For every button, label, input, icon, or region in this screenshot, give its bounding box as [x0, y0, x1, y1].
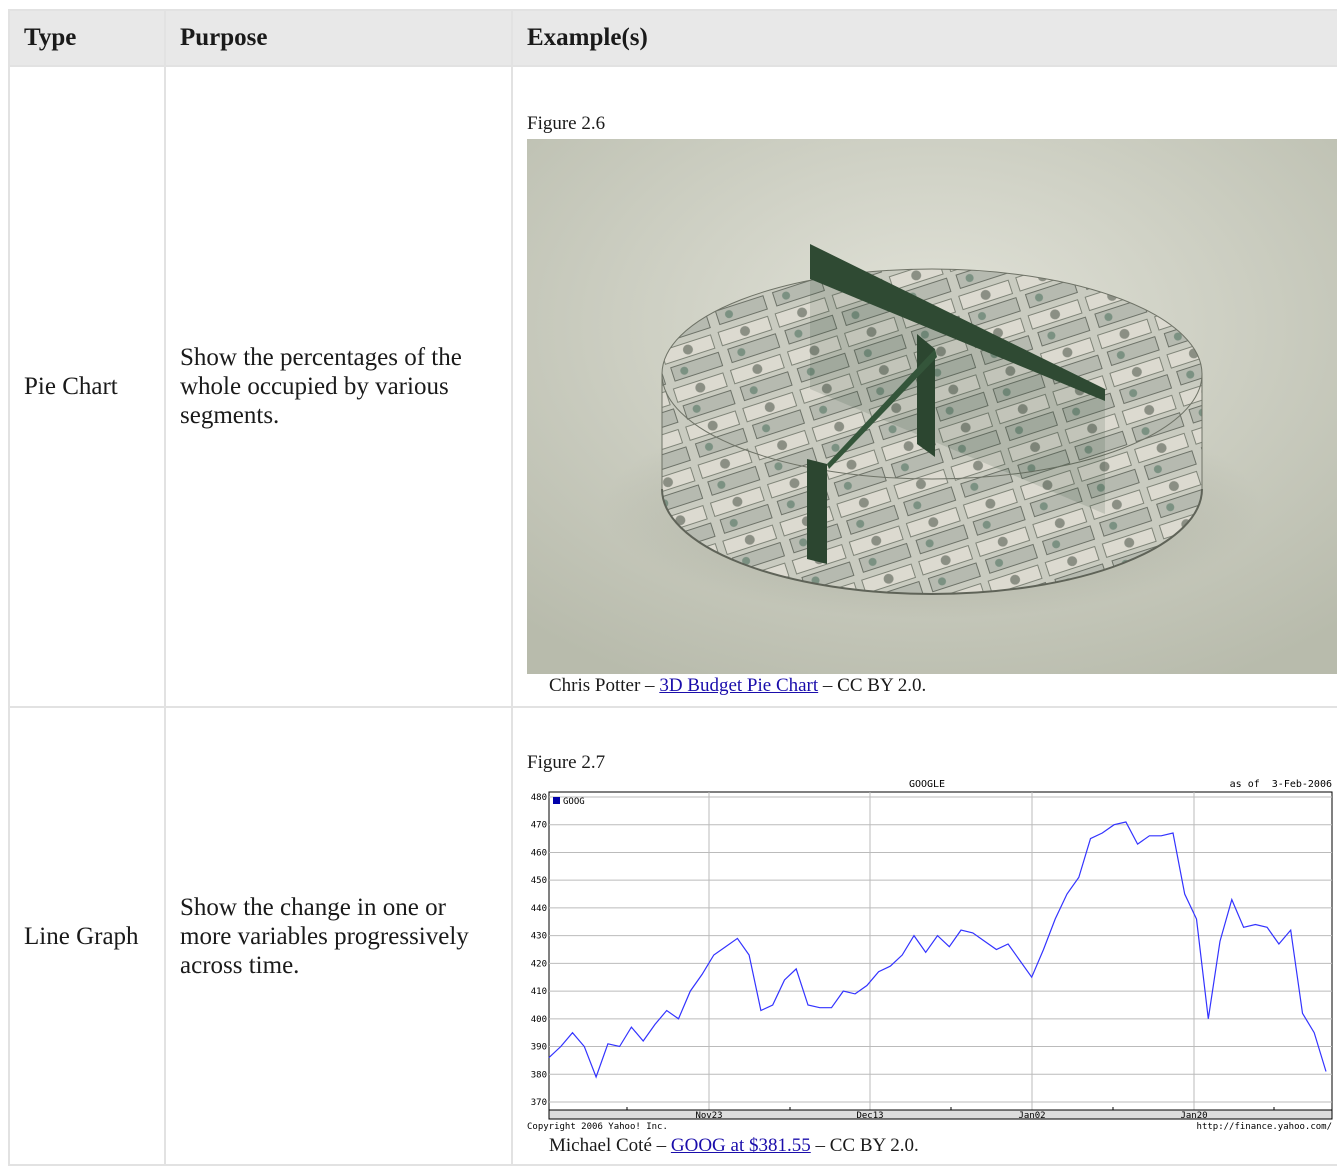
credit-link[interactable]: 3D Budget Pie Chart	[659, 675, 818, 696]
credit-link[interactable]: GOOG at $381.55	[671, 1135, 811, 1156]
y-tick-label: 480	[531, 793, 547, 803]
pie-chart-photo	[527, 139, 1337, 674]
table-row: Pie Chart Show the percentages of the wh…	[8, 65, 1337, 708]
y-tick-label: 380	[531, 1070, 547, 1080]
y-tick-label: 400	[531, 1015, 547, 1025]
header-purpose: Purpose	[164, 9, 513, 67]
chart-source-url: http://finance.yahoo.com/	[1197, 1122, 1332, 1132]
x-axis-band	[548, 1109, 1333, 1120]
x-tick-label: Nov23	[695, 1111, 722, 1121]
y-tick-label: 430	[531, 932, 547, 942]
header-type: Type	[8, 9, 166, 67]
credit-author: Michael Coté –	[549, 1135, 671, 1156]
legend-swatch	[553, 797, 560, 804]
line-graph: GOOGLE as of 3-Feb-2006 370 380 390 400 410 4…	[527, 776, 1337, 1134]
row-type-cell: Line Graph	[8, 706, 166, 1166]
y-tick-label: 420	[531, 959, 547, 969]
figure-credit: Michael Coté – GOOG at $381.55 – CC BY 2…	[549, 1134, 1323, 1158]
row-example-cell: Figure 2.7 GOOGLE as of 3-Feb-2006 370 38…	[511, 706, 1337, 1166]
chart-title: GOOGLE	[909, 779, 945, 790]
y-tick-label: 440	[531, 904, 547, 914]
y-tick-label: 410	[531, 987, 547, 997]
chart-as-of: as of 3-Feb-2006	[1230, 779, 1332, 790]
x-tick-label: Jan20	[1180, 1111, 1207, 1121]
x-tick-label: Jan02	[1018, 1111, 1045, 1121]
y-tick-label: 370	[531, 1098, 547, 1108]
chart-copyright: Copyright 2006 Yahoo! Inc.	[527, 1122, 668, 1132]
row-purpose-cell: Show the change in one or more variables…	[164, 706, 513, 1166]
credit-license: – CC BY 2.0.	[810, 1135, 919, 1156]
row-type-cell: Pie Chart	[8, 65, 166, 708]
figure-label: Figure 2.7	[527, 752, 606, 773]
y-tick-label: 390	[531, 1043, 547, 1053]
x-tick-label: Dec13	[856, 1111, 883, 1121]
figure-label: Figure 2.6	[527, 113, 606, 134]
y-tick-label: 450	[531, 876, 547, 886]
row-purpose-cell: Show the percentages of the whole occupi…	[164, 65, 513, 708]
credit-license: – CC BY 2.0.	[818, 675, 927, 696]
chart-types-table: Type Purpose Example(s) Pie Chart Show t…	[8, 9, 1337, 1166]
header-examples: Example(s)	[511, 9, 1337, 67]
credit-author: Chris Potter –	[549, 675, 660, 696]
legend-label: GOOG	[563, 797, 585, 807]
table-header-row: Type Purpose Example(s)	[8, 9, 1337, 67]
y-tick-label: 470	[531, 821, 547, 831]
row-example-cell: Figure 2.6 Chris Potter – 3D Budget Pie …	[511, 65, 1337, 708]
y-tick-label: 460	[531, 848, 547, 858]
figure-credit: Chris Potter – 3D Budget Pie Chart – CC …	[549, 674, 1323, 698]
table-row: Line Graph Show the change in one or mor…	[8, 706, 1337, 1166]
